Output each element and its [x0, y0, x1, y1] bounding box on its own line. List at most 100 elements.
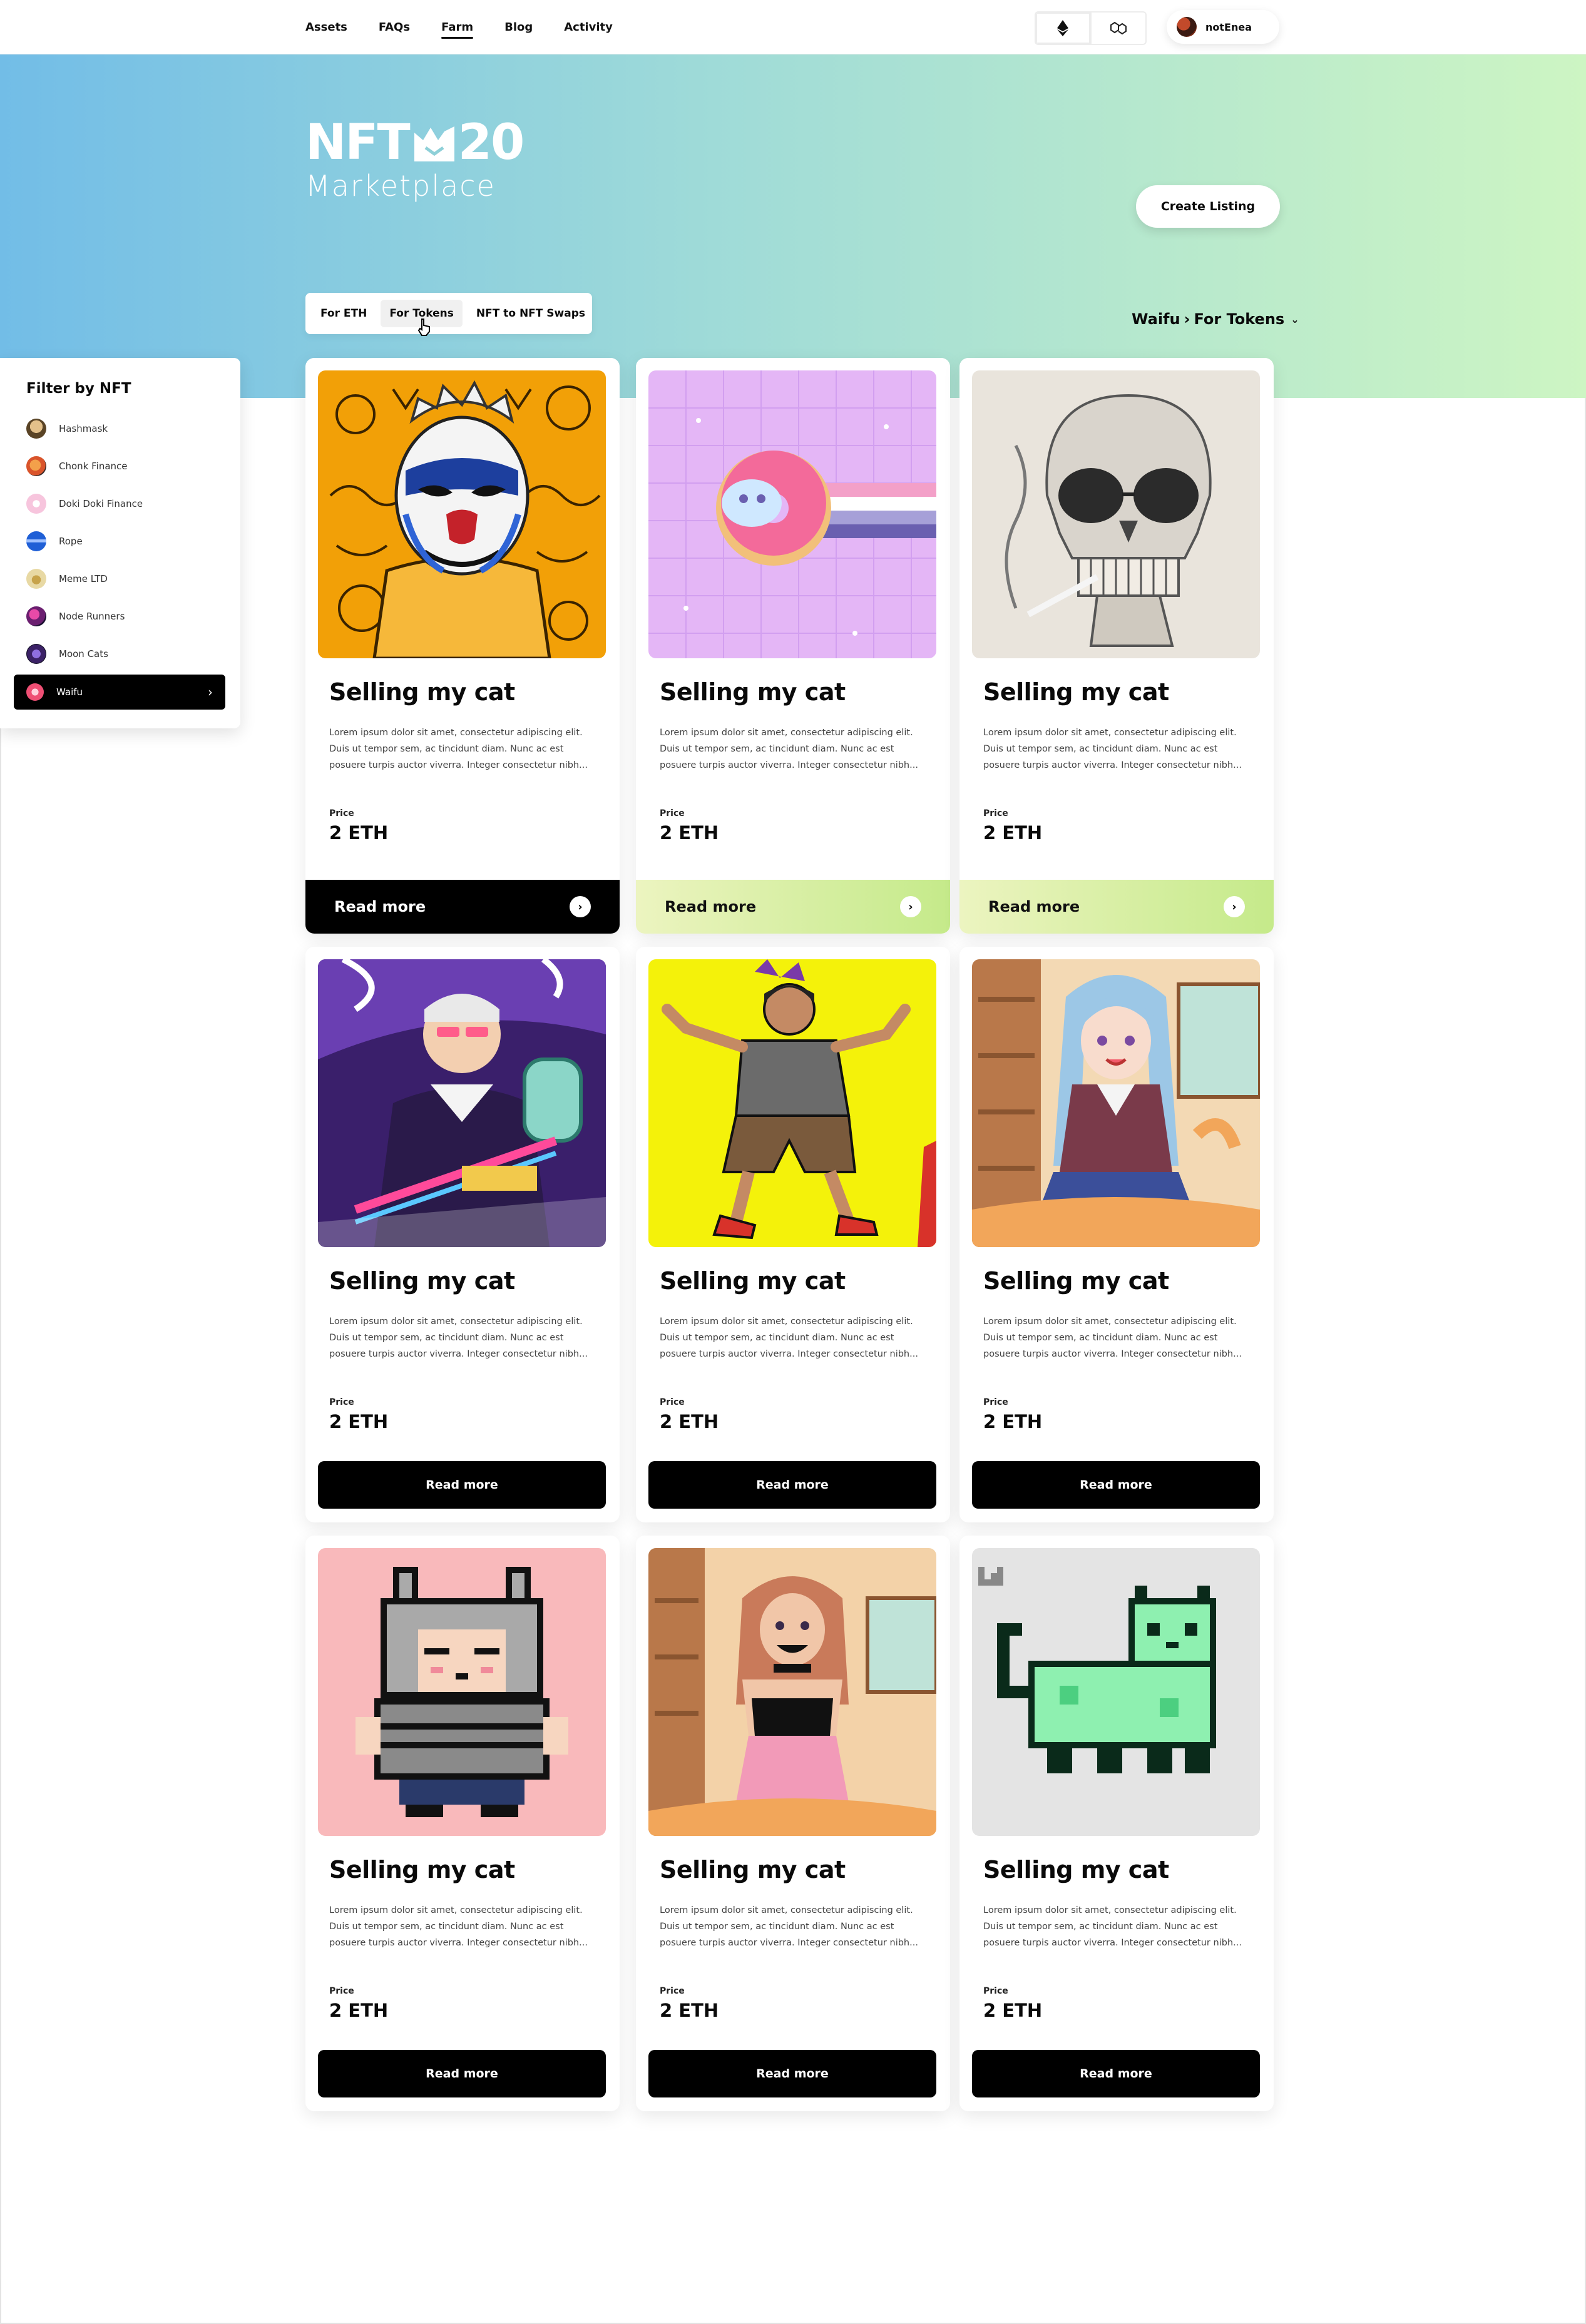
chevron-down-icon: ⌄ [1291, 313, 1299, 325]
price-value: 2 ETH [329, 2000, 389, 2021]
nav-link-activity[interactable]: Activity [564, 21, 613, 34]
nft-card: Selling my cat Lorem ipsum dolor sit ame… [959, 947, 1274, 1522]
ethereum-network-button[interactable] [1036, 13, 1092, 44]
card-title: Selling my cat [329, 1856, 515, 1883]
dancing-man-artwork [648, 959, 936, 1247]
card-title: Selling my cat [983, 678, 1169, 706]
card-description: Lorem ipsum dolor sit amet, consectetur … [329, 1905, 588, 1948]
account-button[interactable]: notEnea [1167, 10, 1279, 44]
nft-image[interactable] [318, 959, 606, 1247]
filter-item-label: Waifu [56, 686, 83, 698]
price-value: 2 ETH [660, 1411, 719, 1432]
nft-card: Selling my cat Lorem ipsum dolor sit ame… [636, 1536, 950, 2111]
arrow-right-icon: › [900, 896, 921, 917]
tab-for-eth[interactable]: For ETH [312, 300, 376, 327]
read-more-button[interactable]: Read more [318, 1461, 606, 1509]
filter-item-label: Moon Cats [59, 648, 108, 660]
nft-card: Selling my cat Lorem ipsum dolor sit ame… [959, 1536, 1274, 2111]
nft-image[interactable] [318, 370, 606, 658]
polygon-network-button[interactable] [1092, 13, 1146, 44]
price-value: 2 ETH [983, 2000, 1043, 2021]
nav-link-faqs[interactable]: FAQs [379, 21, 410, 34]
nft-card: Selling my cat Lorem ipsum dolor sit ame… [959, 358, 1274, 934]
nft-image[interactable] [318, 1548, 606, 1836]
breadcrumb[interactable]: Waifu › For Tokens ⌄ [1132, 310, 1299, 328]
price-label: Price [329, 1986, 354, 1996]
nft-image[interactable] [648, 1548, 936, 1836]
nav-link-farm[interactable]: Farm [441, 21, 474, 39]
card-description: Lorem ipsum dolor sit amet, consectetur … [660, 1905, 918, 1948]
read-more-button[interactable]: Read more [972, 1461, 1260, 1509]
filter-item-hashmask[interactable]: Hashmask [26, 414, 227, 443]
nft-card: Selling my cat Lorem ipsum dolor sit ame… [636, 358, 950, 934]
price-value: 2 ETH [660, 2000, 719, 2021]
nft-image[interactable] [648, 959, 936, 1247]
nft-image[interactable] [972, 370, 1260, 658]
donut-cat-artwork [648, 370, 936, 658]
account-name: notEnea [1205, 21, 1252, 33]
price-value: 2 ETH [983, 822, 1043, 843]
filter-item-node-runners[interactable]: Node Runners [26, 602, 227, 631]
card-title: Selling my cat [660, 1267, 846, 1295]
card-title: Selling my cat [660, 1856, 846, 1883]
nft-card: Selling my cat Lorem ipsum dolor sit ame… [305, 947, 620, 1522]
read-more-label: Read more [334, 898, 426, 915]
read-more-button[interactable]: Read more › [959, 880, 1274, 934]
create-listing-button[interactable]: Create Listing [1136, 185, 1280, 228]
polygon-icon [1110, 21, 1127, 35]
nav-link-blog[interactable]: Blog [504, 21, 533, 34]
card-title: Selling my cat [329, 1267, 515, 1295]
filter-item-meme-ltd[interactable]: Meme LTD [26, 564, 227, 593]
nft-image[interactable] [972, 1548, 1260, 1836]
nav-links: Assets FAQs Farm Blog Activity [305, 0, 613, 54]
nft-image[interactable] [648, 370, 936, 658]
filter-item-moon-cats[interactable]: Moon Cats [26, 640, 227, 668]
filter-item-label: Node Runners [59, 611, 125, 622]
tab-nft-to-nft-swaps[interactable]: NFT to NFT Swaps [468, 300, 594, 327]
price-label: Price [660, 1986, 685, 1996]
arrow-right-icon: › [570, 896, 591, 917]
filter-item-label: Chonk Finance [59, 461, 128, 472]
price-label: Price [660, 808, 685, 818]
waifu-icon [26, 683, 44, 701]
card-description: Lorem ipsum dolor sit amet, consectetur … [983, 728, 1242, 770]
read-more-button[interactable]: Read more [648, 1461, 936, 1509]
card-title: Selling my cat [329, 678, 515, 706]
nft20-logo: NFT 20 Marketplace [305, 118, 524, 203]
crown-logo-icon [414, 126, 454, 161]
node-runners-icon [26, 606, 46, 626]
filter-item-label: Hashmask [59, 423, 108, 434]
nft-card: Selling my cat Lorem ipsum dolor sit ame… [636, 947, 950, 1522]
read-more-button[interactable]: Read more [972, 2050, 1260, 2097]
nav-link-assets[interactable]: Assets [305, 21, 347, 34]
nft-image[interactable] [972, 959, 1260, 1247]
hero-banner [0, 54, 1586, 398]
chonk-finance-icon [26, 456, 46, 476]
card-description: Lorem ipsum dolor sit amet, consectetur … [660, 1317, 918, 1359]
card-title: Selling my cat [983, 1267, 1169, 1295]
ethereum-icon [1057, 20, 1069, 36]
filter-item-chonk-finance[interactable]: Chonk Finance [26, 452, 227, 481]
read-more-button[interactable]: Read more › [636, 880, 950, 934]
blue-hair-anime-girl-artwork [972, 959, 1260, 1247]
filter-item-waifu[interactable]: Waifu › [14, 675, 225, 710]
price-label: Price [329, 1397, 354, 1407]
network-switch [1035, 11, 1147, 45]
card-description: Lorem ipsum dolor sit amet, consectetur … [329, 728, 588, 770]
breadcrumb-page: For Tokens [1194, 310, 1285, 328]
masked-face-artwork [318, 370, 606, 658]
top-navbar: Assets FAQs Farm Blog Activity notEnea [0, 0, 1586, 54]
meme-ltd-icon [26, 569, 46, 589]
nft-filter-sidebar: Filter by NFT Hashmask Chonk Finance Dok… [0, 358, 240, 728]
filter-item-rope[interactable]: Rope [26, 527, 227, 556]
mouse-cursor-icon [417, 319, 430, 336]
skull-artwork [972, 370, 1260, 658]
filter-item-doki-doki-finance[interactable]: Doki Doki Finance [26, 489, 227, 518]
read-more-button[interactable]: Read more [648, 2050, 936, 2097]
filter-item-label: Meme LTD [59, 573, 108, 584]
read-more-button[interactable]: Read more [318, 2050, 606, 2097]
read-more-button[interactable]: Read more › [305, 880, 620, 934]
cyber-pilot-artwork [318, 959, 606, 1247]
listing-type-tabs: For ETH For Tokens NFT to NFT Swaps [305, 293, 592, 334]
arrow-right-icon: › [1224, 896, 1245, 917]
